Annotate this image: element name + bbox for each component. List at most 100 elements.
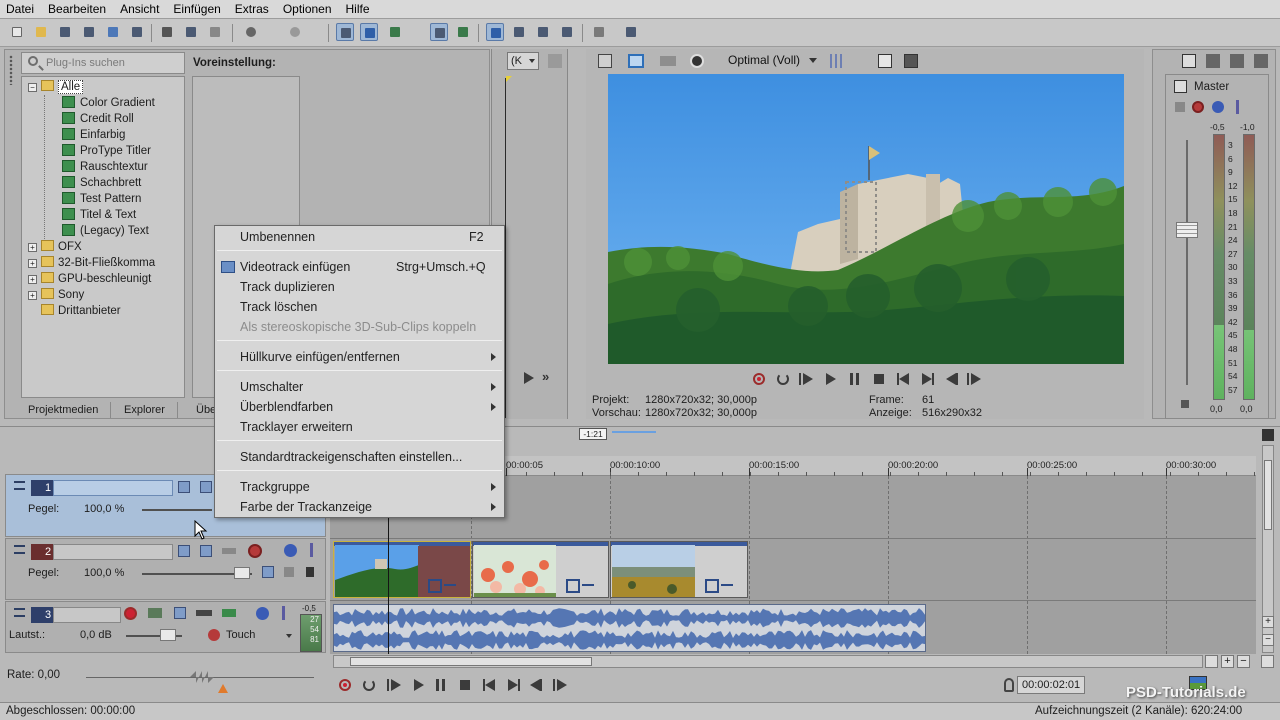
pause-icon[interactable] bbox=[434, 678, 448, 692]
video-clip-flowers[interactable] bbox=[472, 541, 609, 598]
track-solo-icon[interactable] bbox=[310, 543, 313, 557]
context-menu-item[interactable]: Umbenennen F2 bbox=[215, 227, 504, 247]
preview-fx-icon[interactable] bbox=[660, 56, 676, 66]
envelope-tool-icon[interactable] bbox=[510, 23, 528, 41]
undo-icon[interactable] bbox=[242, 23, 260, 41]
open-icon[interactable] bbox=[32, 23, 50, 41]
properties-icon[interactable] bbox=[128, 23, 146, 41]
plugin-search-input[interactable]: Plug-Ins suchen bbox=[21, 52, 185, 74]
track-level-knob[interactable] bbox=[234, 567, 250, 579]
tree-item[interactable]: + Sony bbox=[28, 287, 84, 303]
previous-frame-icon[interactable] bbox=[944, 372, 958, 386]
context-menu-item[interactable]: Standardtrackeigenschaften einstellen... bbox=[215, 447, 504, 467]
play-from-start-icon[interactable] bbox=[798, 372, 813, 386]
brush-icon[interactable] bbox=[590, 23, 608, 41]
zoom-out-icon[interactable]: − bbox=[1237, 655, 1250, 668]
timeline-timecode[interactable]: 00:00:02:01 bbox=[1017, 676, 1085, 694]
dim-output-icon[interactable] bbox=[1230, 54, 1244, 68]
lock-envelopes-icon[interactable] bbox=[430, 23, 448, 41]
new-icon[interactable] bbox=[8, 23, 26, 41]
next-frame-icon[interactable] bbox=[966, 372, 981, 386]
render-icon[interactable] bbox=[104, 23, 122, 41]
horizontal-scrollbar[interactable] bbox=[333, 655, 1203, 668]
expand-icon[interactable]: + bbox=[28, 291, 37, 300]
cut-icon[interactable] bbox=[158, 23, 176, 41]
play-icon[interactable] bbox=[824, 372, 838, 386]
track-zoom-in-icon[interactable]: + bbox=[1262, 616, 1274, 628]
master-insert-icon[interactable] bbox=[1174, 80, 1187, 93]
auto-ripple-icon[interactable] bbox=[336, 23, 354, 41]
tree-item[interactable]: Credit Roll bbox=[62, 111, 134, 127]
track-name-field[interactable] bbox=[53, 544, 173, 560]
tree-item[interactable]: Rauschtextur bbox=[62, 159, 148, 175]
menu-extras[interactable]: Extras bbox=[235, 2, 269, 16]
external-monitor-icon[interactable] bbox=[628, 54, 644, 68]
tab-explorer[interactable]: Explorer bbox=[112, 402, 178, 418]
master-mute-icon[interactable] bbox=[1212, 101, 1224, 113]
tree-item[interactable]: + OFX bbox=[28, 239, 82, 255]
menu-optionen[interactable]: Optionen bbox=[283, 2, 332, 16]
automation-mode[interactable]: Touch bbox=[226, 629, 255, 641]
automation-dropdown-icon[interactable] bbox=[286, 634, 292, 638]
copy-snapshot-icon[interactable] bbox=[878, 54, 892, 68]
selection-tool-icon[interactable] bbox=[534, 23, 552, 41]
parent-track-icon[interactable] bbox=[284, 567, 294, 577]
next-frame-icon[interactable] bbox=[552, 678, 567, 692]
tree-item[interactable]: +Drittanbieter bbox=[28, 303, 121, 319]
context-menu-item[interactable]: Hüllkurve einfügen/entfernen bbox=[215, 347, 504, 367]
track-mute-icon[interactable] bbox=[284, 544, 297, 557]
save-as-icon[interactable] bbox=[80, 23, 98, 41]
preview-settings-icon[interactable] bbox=[598, 54, 612, 68]
tree-item[interactable]: (Legacy) Text bbox=[62, 223, 149, 239]
paste-icon[interactable] bbox=[206, 23, 224, 41]
zoom-tool-icon[interactable] bbox=[558, 23, 576, 41]
master-solo-icon[interactable] bbox=[1236, 100, 1239, 114]
track-level-slider[interactable] bbox=[142, 509, 212, 511]
track-motion-icon[interactable] bbox=[178, 481, 190, 493]
split-screen-icon[interactable] bbox=[690, 54, 704, 68]
tree-item[interactable]: Test Pattern bbox=[62, 191, 141, 207]
track-effects-icon[interactable] bbox=[248, 544, 262, 558]
track-volume-knob[interactable] bbox=[160, 629, 176, 641]
context-menu-item[interactable]: Überblendfarben bbox=[215, 397, 504, 417]
tree-item[interactable]: ProType Titler bbox=[62, 143, 151, 159]
tree-item[interactable]: Einfarbig bbox=[62, 127, 125, 143]
context-menu-item[interactable]: Track duplizieren bbox=[215, 277, 504, 297]
video-clip-castle[interactable] bbox=[333, 541, 471, 598]
track-fx-icon[interactable] bbox=[200, 545, 212, 557]
overlays-icon[interactable] bbox=[830, 54, 844, 68]
collapse-icon[interactable]: − bbox=[28, 83, 37, 92]
play-icon[interactable] bbox=[412, 678, 426, 692]
context-menu-item[interactable]: Videotrack einfügen Strg+Umsch.+Q bbox=[215, 257, 504, 277]
loop-playback-icon[interactable] bbox=[362, 678, 376, 692]
go-to-end-icon[interactable] bbox=[506, 678, 520, 692]
track-motion-icon[interactable] bbox=[178, 545, 190, 557]
go-to-end-icon[interactable] bbox=[920, 372, 934, 386]
rate-slider-thumb[interactable] bbox=[190, 671, 214, 683]
menu-einfuegen[interactable]: Einfügen bbox=[173, 2, 220, 16]
send-icon[interactable] bbox=[222, 609, 236, 617]
trimmer-play-icon[interactable] bbox=[522, 371, 536, 385]
preview-quality-dropdown[interactable]: Optimal (Voll) bbox=[728, 53, 818, 67]
track-name-field[interactable] bbox=[53, 607, 121, 623]
trimmer-dropdown[interactable]: (K bbox=[507, 52, 539, 70]
track-fx-dropdown-icon[interactable] bbox=[196, 610, 212, 616]
context-menu-item[interactable]: Farbe der Trackanzeige bbox=[215, 497, 504, 517]
scroll-right-icon[interactable] bbox=[1205, 655, 1218, 668]
plugin-tree[interactable]: − Alle Color Gradient Credit Roll Einfarbig P… bbox=[21, 76, 185, 398]
context-menu-item[interactable]: Umschalter bbox=[215, 377, 504, 397]
invert-phase-icon[interactable] bbox=[148, 608, 162, 618]
play-from-start-icon[interactable] bbox=[386, 678, 401, 692]
tree-item[interactable]: + GPU-beschleunigt bbox=[28, 271, 151, 287]
crossfade-icon[interactable] bbox=[386, 23, 404, 41]
menu-bearbeiten[interactable]: Bearbeiten bbox=[48, 2, 106, 16]
stop-icon[interactable] bbox=[872, 372, 886, 386]
record-icon[interactable] bbox=[752, 372, 766, 386]
trimmer-settings-icon[interactable] bbox=[548, 54, 562, 68]
menu-ansicht[interactable]: Ansicht bbox=[120, 2, 159, 16]
trimmer-more-icon[interactable]: » bbox=[542, 369, 549, 384]
meter-options-icon[interactable] bbox=[1254, 54, 1268, 68]
tree-item[interactable]: Titel & Text bbox=[62, 207, 136, 223]
menu-datei[interactable]: Datei bbox=[6, 2, 34, 16]
track-composite-mode-icon[interactable] bbox=[262, 566, 274, 578]
